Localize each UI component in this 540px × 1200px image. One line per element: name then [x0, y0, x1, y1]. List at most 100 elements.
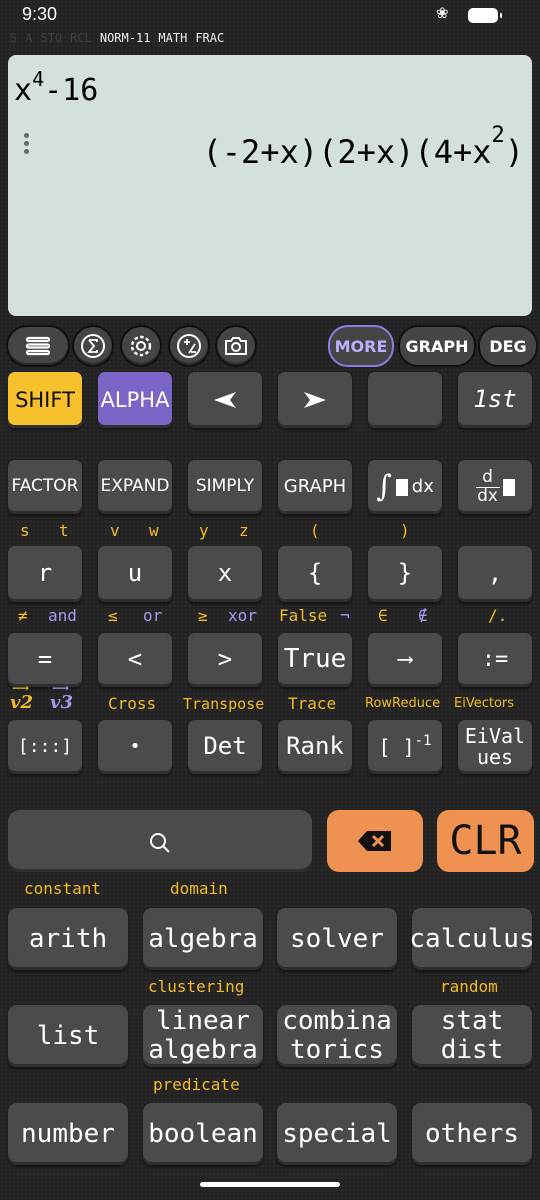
input-base: x: [14, 73, 33, 108]
equals-key[interactable]: =: [8, 633, 82, 687]
true-key[interactable]: True: [278, 633, 352, 687]
linear-algebra-button[interactable]: linear algebra: [143, 1005, 263, 1067]
graph-mode-button[interactable]: GRAPH: [398, 325, 476, 367]
indicator-shift: S: [10, 31, 18, 45]
greater-than-key[interactable]: >: [188, 633, 262, 687]
rbrace-key[interactable]: }: [368, 546, 442, 602]
settings-button[interactable]: [120, 325, 162, 367]
plus-minus-button[interactable]: [168, 325, 210, 367]
list-button[interactable]: list: [8, 1005, 128, 1067]
eivalues-line1: EiVal: [464, 724, 526, 748]
factor-key[interactable]: FACTOR: [8, 460, 82, 514]
derivative-key[interactable]: d dx: [458, 460, 532, 514]
linear-algebra-line2: algebra: [148, 1035, 258, 1065]
cursor-right-key[interactable]: [278, 372, 352, 428]
label-trace: Trace: [288, 694, 337, 713]
indicator-alpha: A: [25, 31, 33, 45]
label-lparen: (: [310, 521, 320, 540]
label-or: or: [143, 606, 163, 625]
label-xor: xor: [228, 606, 257, 625]
label-vector2: v2 ⟶: [10, 681, 33, 713]
clear-button[interactable]: CLR: [437, 810, 534, 872]
search-bar[interactable]: [8, 810, 312, 872]
integral-sign: ∫: [376, 469, 392, 505]
result-exponent: 2: [491, 123, 505, 148]
deg-button[interactable]: DEG: [478, 325, 538, 367]
delete-button[interactable]: [327, 810, 423, 872]
label-cross: Cross: [108, 694, 157, 713]
first-key[interactable]: 1st: [458, 372, 532, 428]
backspace-icon: [358, 831, 391, 851]
input-rest: -16: [44, 73, 99, 108]
label-and: and: [48, 606, 77, 625]
battery-icon: [468, 8, 502, 23]
input-expression[interactable]: x4-16: [14, 67, 99, 108]
label-transpose: Transpose: [183, 695, 265, 713]
result-main: (-2+x)(2+x)(4+x: [202, 133, 492, 171]
sigma-button[interactable]: [72, 325, 114, 367]
inverse-key[interactable]: [ ] -1: [368, 720, 442, 774]
expand-key[interactable]: EXPAND: [98, 460, 172, 514]
label-v: v: [110, 521, 120, 540]
calculator-display[interactable]: x4-16 (-2+x)(2+x)(4+x2): [8, 55, 532, 316]
label-ge: ≥: [198, 606, 208, 625]
label-rowreduce: RowReduce: [365, 696, 441, 711]
camera-button[interactable]: [215, 325, 257, 367]
label-eivectors: EiVectors: [454, 696, 515, 711]
linear-algebra-line1: linear: [156, 1006, 250, 1037]
simplify-key[interactable]: SIMPLY: [188, 460, 262, 514]
calculus-button[interactable]: calculus: [409, 908, 535, 970]
x-key[interactable]: x: [188, 546, 262, 602]
label-constant: constant: [24, 879, 102, 898]
rank-key[interactable]: Rank: [278, 720, 352, 774]
sigma-icon: [81, 334, 105, 358]
search-icon: [150, 833, 170, 853]
dot-product-key[interactable]: •: [98, 720, 172, 774]
stat-dist-line1: stat: [440, 1006, 504, 1037]
status-time: 9:30: [22, 4, 58, 24]
comma-key[interactable]: ,: [458, 546, 532, 602]
integral-key[interactable]: ∫ dx: [368, 460, 442, 514]
label-le: ≤: [108, 606, 118, 625]
u-key[interactable]: u: [98, 546, 172, 602]
more-vertical-icon[interactable]: [24, 133, 30, 157]
stat-dist-line2: dist: [440, 1035, 504, 1065]
matrix-key[interactable]: [:::]: [8, 720, 82, 774]
indicator-math: MATH: [158, 31, 188, 45]
camera-icon: [225, 337, 247, 355]
number-button[interactable]: number: [8, 1103, 128, 1165]
assign-key[interactable]: :=: [458, 633, 532, 687]
blank-key[interactable]: [368, 372, 442, 428]
label-rparen: ): [400, 521, 410, 540]
graph-key[interactable]: GRAPH: [278, 460, 352, 514]
less-than-key[interactable]: <: [98, 633, 172, 687]
label-w: w: [149, 521, 159, 540]
special-button[interactable]: special: [277, 1103, 397, 1165]
home-indicator[interactable]: [200, 1182, 340, 1187]
input-exponent: 4: [32, 67, 45, 91]
r-key[interactable]: r: [8, 546, 82, 602]
alpha-key[interactable]: ALPHA: [98, 372, 172, 428]
derivative-fraction: d dx: [475, 468, 500, 506]
lbrace-key[interactable]: {: [278, 546, 352, 602]
boolean-button[interactable]: boolean: [143, 1103, 263, 1165]
more-button[interactable]: MORE: [328, 325, 394, 367]
rule-arrow-key[interactable]: ⟶: [368, 633, 442, 687]
eivalues-key[interactable]: EiVal ues: [458, 720, 532, 774]
label-domain: domain: [170, 879, 228, 898]
shift-key[interactable]: SHIFT: [8, 372, 82, 428]
inverse-exponent: -1: [414, 732, 432, 749]
inverse-bracket: [ ]: [378, 734, 415, 759]
solver-button[interactable]: solver: [277, 908, 397, 970]
arith-button[interactable]: arith: [8, 908, 128, 970]
label-predicate: predicate: [153, 1075, 240, 1094]
integral-dx: dx: [411, 475, 434, 497]
det-key[interactable]: Det: [188, 720, 262, 774]
stat-dist-button[interactable]: stat dist: [412, 1005, 532, 1067]
menu-button[interactable]: [6, 325, 70, 367]
combinatorics-button[interactable]: combina torics: [277, 1005, 397, 1067]
cursor-left-key[interactable]: [188, 372, 262, 428]
others-button[interactable]: others: [412, 1103, 532, 1165]
label-clustering: clustering: [148, 977, 245, 996]
algebra-button[interactable]: algebra: [143, 908, 263, 970]
